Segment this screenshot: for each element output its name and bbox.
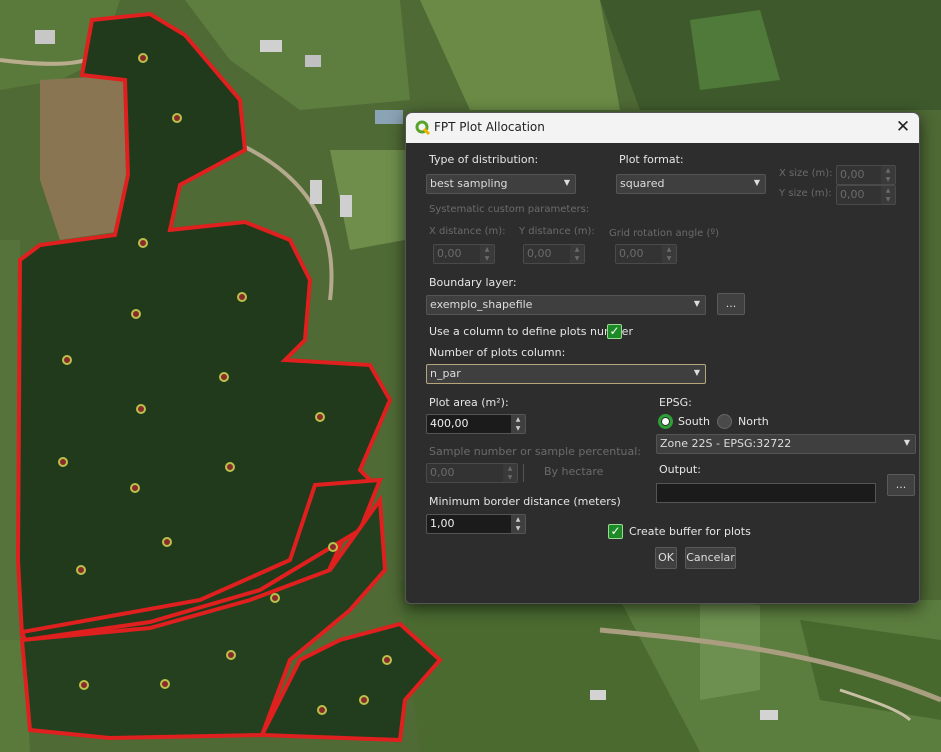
north-radio[interactable] — [717, 414, 732, 429]
spin-arrows-icon[interactable]: ▲ ▼ — [881, 186, 895, 204]
dialog-title: FPT Plot Allocation — [434, 120, 545, 134]
plot-area-input[interactable]: 400,00 ▲ ▼ — [426, 414, 526, 434]
close-icon[interactable]: ✕ — [893, 117, 913, 137]
plot-area-label: Plot area (m²): — [429, 396, 509, 409]
spin-arrows-icon[interactable]: ▲ ▼ — [570, 245, 584, 263]
rotation-label: Grid rotation angle (º) — [609, 228, 719, 239]
chevron-down-icon: ▼ — [563, 178, 570, 187]
y-size-value: 0,00 — [840, 188, 865, 201]
x-distance-input[interactable]: 0,00 ▲ ▼ — [433, 244, 495, 264]
spin-arrows-icon[interactable]: ▲ ▼ — [662, 245, 676, 263]
separator — [523, 464, 524, 482]
chevron-down-icon: ▼ — [903, 438, 910, 447]
y-distance-input[interactable]: 0,00 ▲ ▼ — [523, 244, 585, 264]
boundary-browse-button[interactable]: ... — [717, 293, 745, 315]
south-label: South — [678, 415, 710, 428]
distribution-label: Type of distribution: — [429, 153, 539, 166]
boundary-layer-select[interactable]: exemplo_shapefile ▼ — [426, 295, 706, 315]
rotation-input[interactable]: 0,00 ▲ ▼ — [615, 244, 677, 264]
sample-input[interactable]: 0,00 ▲ ▼ — [426, 463, 518, 483]
sample-label: Sample number or sample percentual: — [429, 445, 642, 458]
dialog-titlebar[interactable]: FPT Plot Allocation ✕ — [406, 113, 919, 143]
plot-format-select[interactable]: squared ▼ — [616, 174, 766, 194]
boundary-value: exemplo_shapefile — [430, 298, 533, 311]
spin-arrows-icon[interactable]: ▲ ▼ — [881, 166, 895, 184]
x-size-value: 0,00 — [840, 168, 865, 181]
spin-arrows-icon[interactable]: ▲ ▼ — [503, 464, 517, 482]
south-radio[interactable] — [658, 414, 673, 429]
plot-format-label: Plot format: — [619, 153, 684, 166]
qgis-logo-icon — [415, 120, 430, 135]
chevron-down-icon: ▼ — [693, 299, 700, 308]
epsg-zone-value: Zone 22S - EPSG:32722 — [660, 437, 792, 450]
sample-value: 0,00 — [430, 466, 455, 479]
dialog-body: Type of distribution: best sampling ▼ Pl… — [406, 143, 919, 603]
output-field[interactable] — [656, 483, 876, 503]
plots-column-value: n_par — [430, 367, 461, 380]
spin-arrows-icon[interactable]: ▲ ▼ — [511, 515, 525, 533]
epsg-zone-select[interactable]: Zone 22S - EPSG:32722 ▼ — [656, 434, 916, 454]
epsg-label: EPSG: — [659, 396, 692, 409]
y-size-label: Y size (m): — [779, 188, 832, 199]
boundary-label: Boundary layer: — [429, 276, 517, 289]
min-border-label: Minimum border distance (meters) — [429, 495, 621, 508]
spin-arrows-icon[interactable]: ▲ ▼ — [511, 415, 525, 433]
distribution-select[interactable]: best sampling ▼ — [426, 174, 576, 194]
output-label: Output: — [659, 463, 701, 476]
buffer-checkbox[interactable]: ✓ — [608, 524, 623, 539]
plots-column-select[interactable]: n_par ▼ — [426, 364, 706, 384]
rotation-value: 0,00 — [619, 247, 644, 260]
chevron-down-icon: ▼ — [693, 368, 700, 377]
north-label: North — [738, 415, 769, 428]
cancel-button[interactable]: Cancelar — [685, 547, 736, 569]
x-distance-label: X distance (m): — [429, 226, 506, 237]
buffer-label: Create buffer for plots — [629, 525, 751, 538]
min-border-value: 1,00 — [430, 517, 455, 530]
plot-area-value: 400,00 — [430, 417, 469, 430]
x-size-label: X size (m): — [779, 168, 833, 179]
use-column-checkbox[interactable]: ✓ — [607, 324, 622, 339]
by-hectare-label: By hectare — [544, 465, 604, 478]
plots-column-label: Number of plots column: — [429, 346, 566, 359]
x-size-input[interactable]: 0,00 ▲ ▼ — [836, 165, 896, 185]
chevron-down-icon: ▼ — [753, 178, 760, 187]
min-border-input[interactable]: 1,00 ▲ ▼ — [426, 514, 526, 534]
output-browse-button[interactable]: ... — [887, 474, 915, 496]
y-size-input[interactable]: 0,00 ▲ ▼ — [836, 185, 896, 205]
y-distance-value: 0,00 — [527, 247, 552, 260]
x-distance-value: 0,00 — [437, 247, 462, 260]
ok-button[interactable]: OK — [655, 547, 677, 569]
distribution-value: best sampling — [430, 177, 508, 190]
use-column-label: Use a column to define plots number — [429, 325, 633, 338]
systematic-label: Systematic custom parameters: — [429, 204, 590, 215]
plot-allocation-dialog: FPT Plot Allocation ✕ Type of distributi… — [405, 112, 920, 604]
plot-format-value: squared — [620, 177, 665, 190]
spin-arrows-icon[interactable]: ▲ ▼ — [480, 245, 494, 263]
y-distance-label: Y distance (m): — [519, 226, 595, 237]
